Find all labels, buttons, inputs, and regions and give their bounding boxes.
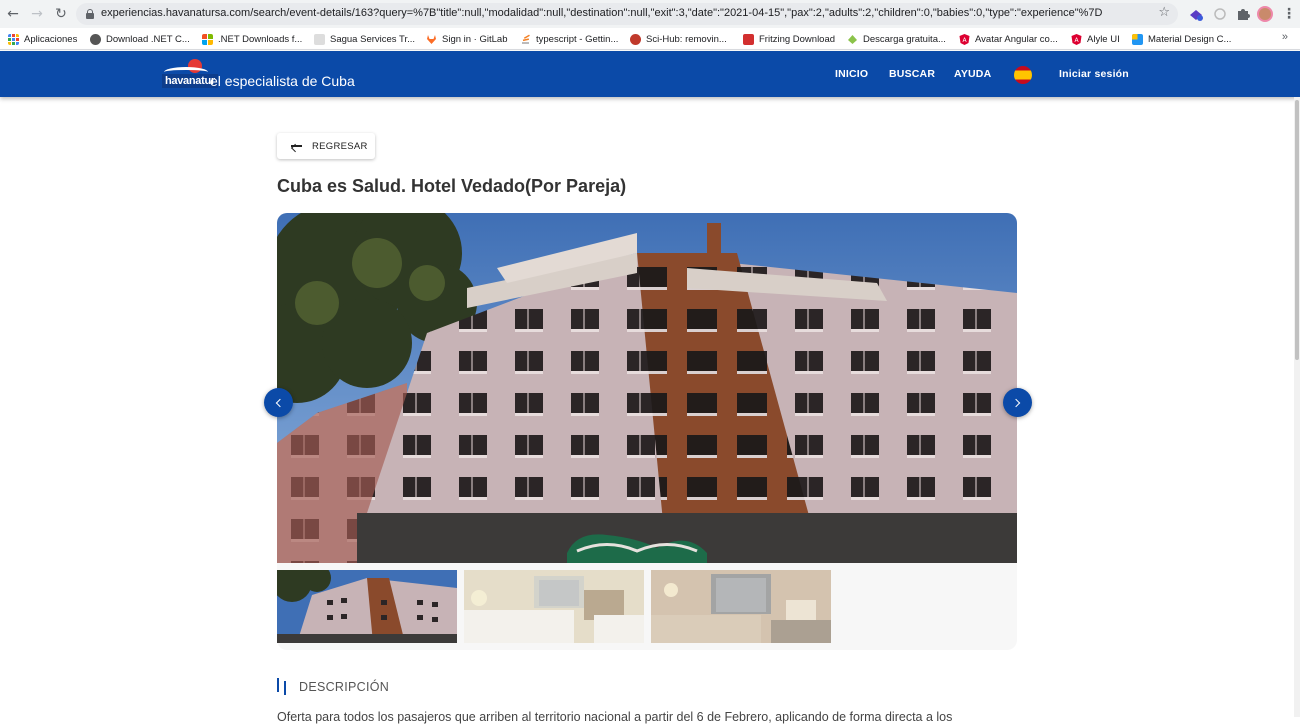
- lock-icon: [86, 9, 94, 19]
- menu-dots-icon[interactable]: ⋮: [1280, 5, 1298, 23]
- bookmark-item[interactable]: .NET Downloads f...: [202, 32, 302, 46]
- bookmark-label: Download .NET C...: [106, 33, 190, 45]
- browser-toolbar: ← → ↻ experiencias.havanatursa.com/searc…: [0, 0, 1300, 28]
- description-text: Oferta para todos los pasajeros que arri…: [277, 710, 953, 724]
- puzzle-icon[interactable]: [1235, 6, 1251, 22]
- fritzing-icon: [743, 33, 754, 45]
- stackoverflow-icon: [522, 34, 530, 44]
- reload-icon[interactable]: ↻: [52, 5, 70, 23]
- gallery-prev-button[interactable]: [264, 388, 293, 417]
- bookmark-label: Material Design C...: [1148, 33, 1232, 45]
- android-icon: [848, 34, 857, 44]
- extension-icon[interactable]: [1212, 6, 1228, 22]
- bookmark-item[interactable]: Fritzing Download: [743, 32, 835, 46]
- bookmarks-bar: Aplicaciones Download .NET C... .NET Dow…: [0, 28, 1300, 50]
- bookmark-item[interactable]: Download .NET C...: [90, 32, 190, 46]
- scihub-icon: [630, 33, 641, 45]
- bookmark-item[interactable]: Sci-Hub: removin...: [630, 32, 727, 46]
- thumbnail-1[interactable]: [277, 570, 457, 643]
- star-icon[interactable]: ☆: [1158, 5, 1170, 20]
- bookmark-item[interactable]: Sign in · GitLab: [426, 32, 507, 46]
- section-accent: [284, 681, 286, 695]
- material-icon: [1132, 33, 1143, 45]
- back-button-label: REGRESAR: [312, 140, 368, 152]
- page-title: Cuba es Salud. Hotel Vedado(Por Pareja): [277, 176, 627, 196]
- avatar[interactable]: [1257, 6, 1273, 22]
- windows-icon: [202, 33, 213, 45]
- bookmark-label: Alyle UI: [1087, 33, 1120, 45]
- bookmark-label: Aplicaciones: [24, 33, 78, 45]
- thumbnail-2[interactable]: [464, 570, 644, 643]
- arrow-right-icon[interactable]: →: [28, 5, 46, 23]
- login-link[interactable]: Iniciar sesión: [1059, 68, 1129, 80]
- bookmark-item[interactable]: A Alyle UI: [1071, 32, 1120, 46]
- bookmark-item[interactable]: A Avatar Angular co...: [959, 32, 1058, 46]
- sagua-icon: [314, 33, 325, 45]
- angular-icon: A: [1071, 33, 1082, 45]
- angular-icon: A: [959, 33, 970, 45]
- nav-ayuda[interactable]: AYUDA: [954, 68, 991, 80]
- section-heading: DESCRIPCIÓN: [299, 680, 390, 694]
- bookmark-label: Avatar Angular co...: [975, 33, 1058, 45]
- main-photo[interactable]: [277, 213, 1017, 563]
- bookmark-item[interactable]: Material Design C...: [1132, 32, 1231, 46]
- gallery-next-button[interactable]: [1003, 388, 1032, 417]
- chevron-right-icon: [1011, 398, 1021, 407]
- nav-inicio[interactable]: INICIO: [835, 68, 868, 80]
- nav-buscar[interactable]: BUSCAR: [889, 68, 935, 80]
- site-header: havanatur el especialista de Cuba INICIO…: [0, 51, 1300, 97]
- bookmark-item[interactable]: typescript - Gettin...: [520, 32, 618, 46]
- apps-grid-icon: [8, 33, 19, 45]
- bookmark-label: .NET Downloads f...: [218, 33, 303, 45]
- address-bar[interactable]: experiencias.havanatursa.com/search/even…: [76, 3, 1178, 25]
- bookmark-label: typescript - Gettin...: [536, 33, 619, 45]
- arrow-left-icon[interactable]: ←: [4, 5, 22, 23]
- bookmark-label: Sci-Hub: removin...: [646, 33, 727, 45]
- spain-flag-icon[interactable]: [1014, 66, 1032, 84]
- globe-icon: [90, 33, 101, 45]
- bookmark-label: Descarga gratuita...: [863, 33, 946, 45]
- bookmark-item[interactable]: Descarga gratuita...: [847, 32, 946, 46]
- url-text[interactable]: experiencias.havanatursa.com/search/even…: [101, 7, 1151, 19]
- chevron-left-icon: [275, 398, 285, 407]
- arrow-left-icon: [290, 141, 302, 153]
- section-accent: [277, 678, 279, 692]
- gitlab-icon: [427, 34, 436, 44]
- bookmark-label: Sagua Services Tr...: [330, 33, 416, 45]
- back-button[interactable]: REGRESAR: [277, 133, 375, 159]
- bookmarks-overflow-button[interactable]: »: [1282, 31, 1288, 43]
- bookmark-label: Sign in · GitLab: [442, 33, 508, 45]
- thumbnail-3[interactable]: [651, 570, 831, 643]
- extension-icon[interactable]: [1188, 6, 1204, 22]
- scrollbar-thumb[interactable]: [1295, 100, 1299, 360]
- bookmark-item[interactable]: Aplicaciones: [8, 32, 77, 46]
- bookmark-label: Fritzing Download: [759, 33, 836, 45]
- bookmark-item[interactable]: Sagua Services Tr...: [314, 32, 415, 46]
- logo-tagline: el especialista de Cuba: [210, 73, 355, 89]
